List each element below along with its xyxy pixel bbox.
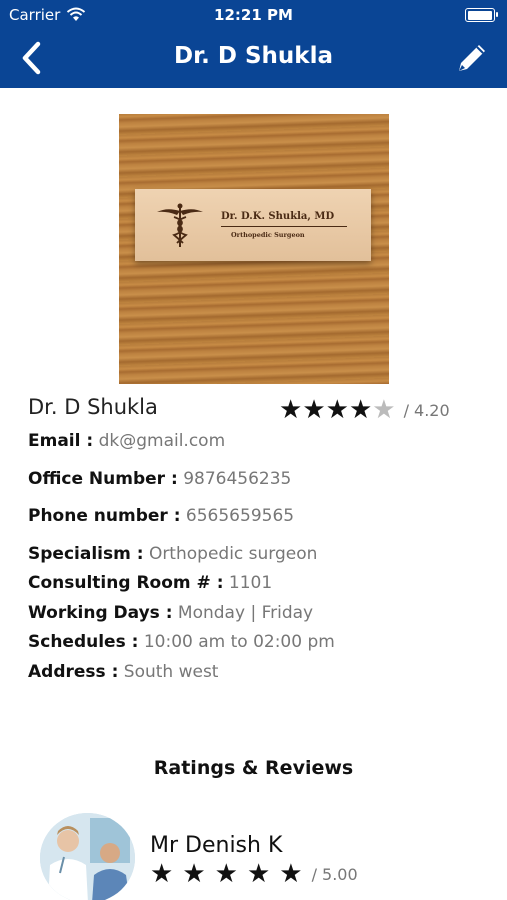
doctor-photo: Dr. D.K. Shukla, MD Orthopedic Surgeon [119, 114, 389, 384]
consulting-room-label: Consulting Room # : [28, 573, 224, 593]
nav-bar: Dr. D Shukla [0, 30, 507, 88]
office-number-value[interactable]: 9876456235 [183, 469, 291, 489]
email-value[interactable]: dk@gmail.com [99, 431, 226, 451]
status-bar: Carrier 12:21 PM [0, 0, 507, 30]
schedules-label: Schedules : [28, 632, 139, 652]
star-icon: ★ [302, 395, 326, 425]
reviewer-avatar [40, 813, 135, 900]
clock: 12:21 PM [214, 6, 293, 24]
address-row: Address : South west [28, 662, 218, 682]
star-empty-icon: ★ [372, 395, 396, 425]
star-icon: ★ [279, 395, 303, 425]
email-row: Email : dk@gmail.com [28, 431, 225, 451]
working-days-label: Working Days : [28, 603, 173, 623]
email-label: Email : [28, 431, 94, 451]
doctor-name: Dr. D Shukla [28, 395, 158, 419]
review-rating-value: / 5.00 [311, 864, 358, 884]
star-icon: ★ [214, 859, 238, 889]
star-icon: ★ [279, 859, 303, 889]
doctor-rating: ★ ★ ★ ★ ★ / 4.20 [279, 396, 450, 424]
star-icon: ★ [348, 395, 373, 425]
name-plaque: Dr. D.K. Shukla, MD Orthopedic Surgeon [135, 189, 371, 261]
phone-number-row: Phone number : 6565659565 [28, 506, 294, 526]
star-icon: ★ [246, 859, 271, 889]
schedules-value: 10:00 am to 02:00 pm [143, 632, 335, 652]
review-item[interactable]: Mr Denish K ★ ★ ★ ★ ★ / 5.00 [40, 813, 480, 900]
plaque-name: Dr. D.K. Shukla, MD [221, 211, 335, 222]
reviewer-name: Mr Denish K [150, 833, 283, 858]
specialism-label: Specialism : [28, 544, 144, 564]
office-number-label: Office Number : [28, 469, 178, 489]
consulting-room-value: 1101 [228, 573, 273, 593]
pencil-icon [459, 45, 485, 71]
working-days-row: Working Days : Monday | Friday [28, 603, 313, 623]
star-icon: ★ [182, 859, 206, 889]
specialism-row: Specialism : Orthopedic surgeon [28, 544, 317, 564]
star-icon: ★ [325, 395, 349, 425]
phone-number-label: Phone number : [28, 506, 181, 526]
office-number-row: Office Number : 9876456235 [28, 469, 291, 489]
review-rating: ★ ★ ★ ★ ★ / 5.00 [150, 860, 358, 888]
rating-value: / 4.20 [403, 400, 450, 420]
caduceus-icon [157, 203, 203, 247]
schedules-row: Schedules : 10:00 am to 02:00 pm [28, 632, 335, 652]
specialism-value: Orthopedic surgeon [148, 544, 318, 564]
working-days-value: Monday | Friday [177, 603, 314, 623]
phone-number-value[interactable]: 6565659565 [186, 506, 294, 526]
address-value: South west [123, 662, 219, 682]
battery-icon [465, 8, 498, 22]
page-title: Dr. D Shukla [173, 43, 333, 69]
address-label: Address : [28, 662, 119, 682]
plaque-subtitle: Orthopedic Surgeon [231, 231, 305, 239]
header-bar: Carrier 12:21 PM Dr. D Shukla [0, 0, 507, 88]
consulting-room-row: Consulting Room # : 1101 [28, 573, 272, 593]
reviews-section-title: Ratings & Reviews [153, 757, 354, 779]
plaque-divider [221, 226, 347, 227]
star-icon: ★ [150, 859, 174, 889]
edit-button[interactable] [453, 39, 491, 77]
